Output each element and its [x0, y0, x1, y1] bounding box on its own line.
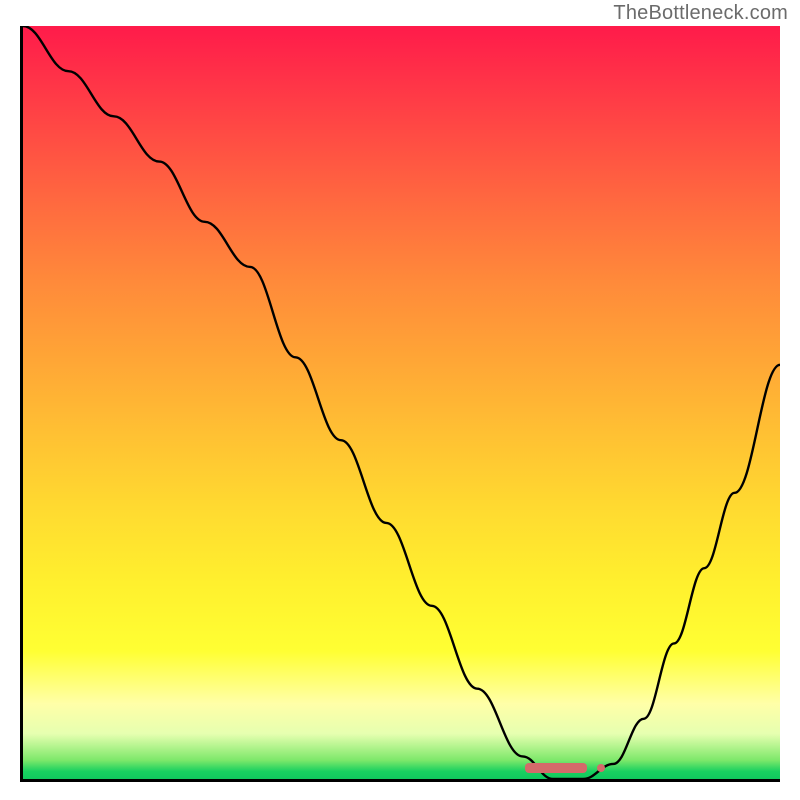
optimal-range-marker: [525, 763, 587, 773]
optimal-range-end-dot: [597, 764, 605, 772]
bottleneck-curve: [23, 26, 780, 779]
watermark-text: TheBottleneck.com: [613, 2, 788, 25]
plot-area: [20, 26, 780, 782]
